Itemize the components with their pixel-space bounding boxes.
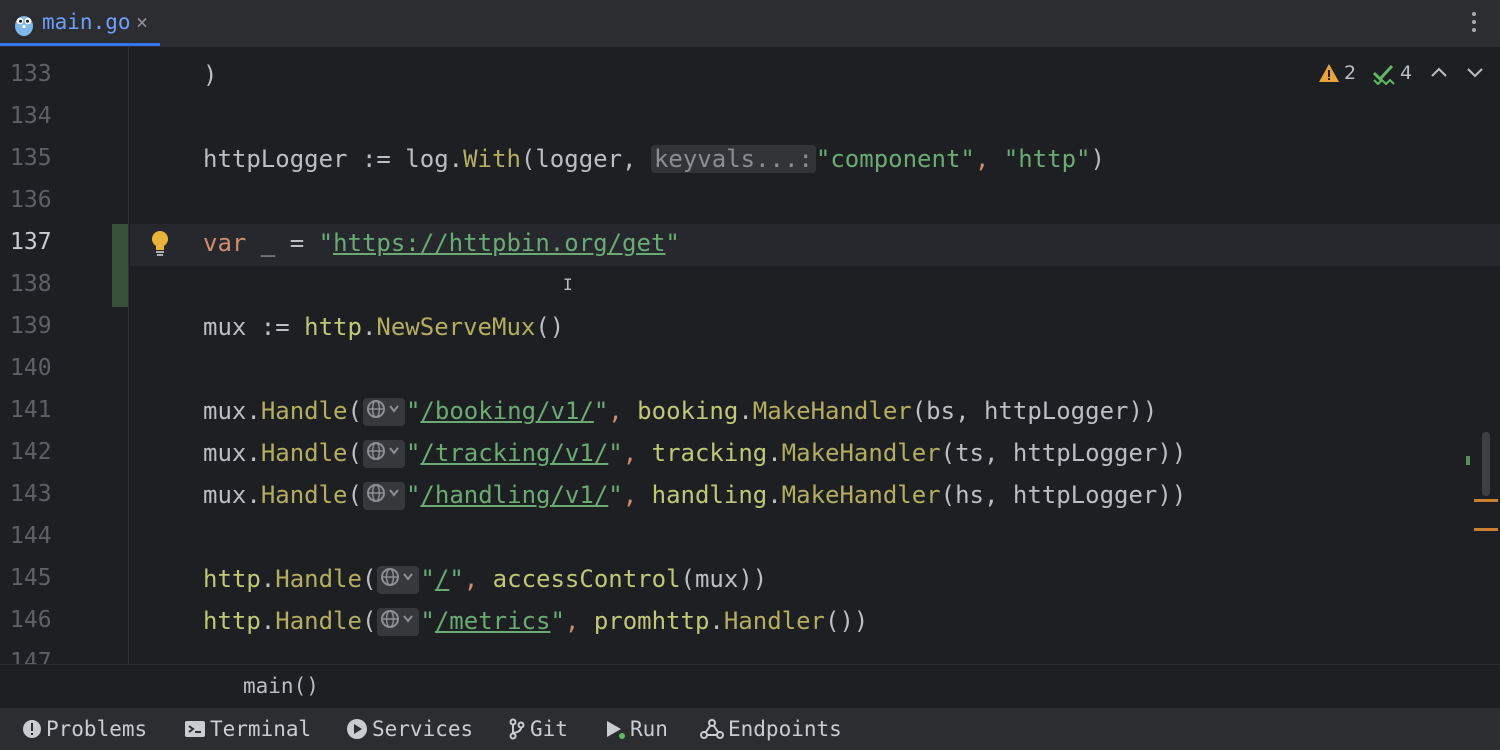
line-number: 141 (10, 397, 52, 423)
line-number: 135 (10, 145, 52, 171)
code-text: mux.Handle("/handling/v1/", handling.Mak… (203, 481, 1187, 510)
warning-count: 2 (1344, 62, 1357, 84)
tool-window-services[interactable]: Services (346, 708, 473, 750)
code-text: ) (203, 61, 218, 89)
tool-window-problems[interactable]: Problems (22, 708, 147, 750)
code-line: 144 (0, 518, 1460, 560)
code-line: 140 (0, 350, 1460, 392)
tool-window-bar: Problems Terminal Services Git Run Endpo… (0, 708, 1500, 750)
warning-stripe-marker[interactable] (1474, 528, 1498, 531)
code-text: var _ = "https://httpbin.org/get" (203, 229, 680, 257)
warning-icon (1319, 64, 1339, 82)
code-line: 141 mux.Handle("/booking/v1/", booking.M… (0, 392, 1460, 434)
url-link[interactable]: /tracking/v1/ (420, 439, 608, 467)
line-number: 145 (10, 565, 52, 591)
code-line: 143 mux.Handle("/handling/v1/", handling… (0, 476, 1460, 518)
code-line: 134 (0, 98, 1460, 140)
line-number: 144 (10, 523, 52, 549)
tool-window-label: Endpoints (728, 717, 842, 741)
line-number: 139 (10, 313, 52, 339)
code-line: 146 http.Handle("/metrics", promhttp.Han… (0, 602, 1460, 644)
chevron-up-icon[interactable] (1430, 65, 1448, 79)
code-text: httpLogger := log.With(logger, keyvals..… (203, 145, 1105, 173)
http-request-globe-icon[interactable] (362, 482, 405, 510)
url-link[interactable]: /metrics (435, 607, 551, 635)
tool-window-label: Terminal (210, 717, 312, 741)
tool-window-label: Run (630, 717, 668, 741)
url-link[interactable]: https://httpbin.org/get (333, 229, 665, 257)
url-link[interactable]: / (435, 565, 449, 593)
run-icon (607, 721, 625, 739)
tab-main-go[interactable]: main.go × (0, 0, 160, 46)
line-number: 136 (10, 187, 52, 213)
code-line-current: 137 var _ = "https://httpbin.org/get" (0, 224, 1460, 266)
code-line: 142 mux.Handle("/tracking/v1/", tracking… (0, 434, 1460, 476)
warning-stripe-marker[interactable] (1474, 499, 1498, 502)
line-number: 140 (10, 355, 52, 381)
vertical-scrollbar-thumb[interactable] (1482, 432, 1490, 496)
line-number: 134 (10, 103, 52, 129)
close-tab-icon[interactable]: × (136, 10, 148, 34)
http-request-globe-icon[interactable] (362, 440, 405, 468)
terminal-icon (185, 721, 205, 737)
breadcrumb: main() (0, 664, 1500, 709)
double-check-icon (1372, 64, 1395, 85)
line-number: 142 (10, 439, 52, 465)
code-line: 138 (0, 266, 1460, 308)
line-number: 143 (10, 481, 52, 507)
code-text: mux.Handle("/booking/v1/", booking.MakeH… (203, 397, 1158, 426)
parameter-hint: keyvals...: (650, 145, 816, 173)
line-number: 133 (10, 61, 52, 87)
code-line: 147 (0, 644, 1460, 664)
tool-window-git[interactable]: Git (508, 708, 568, 750)
tool-window-label: Git (530, 717, 568, 741)
code-line: 133 ) (0, 56, 1460, 98)
breadcrumb-item-main[interactable]: main() (243, 674, 319, 698)
tool-window-label: Problems (46, 717, 148, 741)
text-cursor-icon: I (563, 275, 573, 294)
tab-file-name: main.go (42, 10, 131, 34)
code-editor[interactable]: 133 ) 134 135 httpLogger := log.With(log… (0, 47, 1500, 664)
git-branch-icon (509, 718, 525, 740)
problems-icon (23, 720, 41, 738)
http-request-globe-icon[interactable] (377, 608, 420, 636)
code-text: http.Handle("/", accessControl(mux)) (203, 565, 768, 594)
services-icon (347, 719, 367, 739)
code-text: mux := http.NewServeMux() (203, 313, 565, 341)
more-options-icon[interactable] (1472, 12, 1476, 36)
code-text: http.Handle("/metrics", promhttp.Handler… (203, 607, 869, 636)
gopher-icon (15, 16, 33, 36)
tool-window-endpoints[interactable]: Endpoints (700, 708, 842, 750)
url-link[interactable]: /booking/v1/ (420, 397, 593, 425)
change-stripe-marker[interactable] (1466, 456, 1470, 465)
line-number: 137 (10, 229, 52, 255)
code-line: 139 mux := http.NewServeMux() (0, 308, 1460, 350)
editor-tab-bar: main.go × (0, 0, 1500, 48)
http-request-globe-icon[interactable] (362, 398, 405, 426)
code-line: 135 httpLogger := log.With(logger, keyva… (0, 140, 1460, 182)
tool-window-terminal[interactable]: Terminal (184, 708, 311, 750)
code-text: mux.Handle("/tracking/v1/", tracking.Mak… (203, 439, 1187, 468)
lightbulb-icon[interactable] (146, 228, 174, 258)
line-number: 138 (10, 271, 52, 297)
tool-window-run[interactable]: Run (604, 708, 668, 750)
endpoints-icon (700, 719, 724, 739)
line-number: 146 (10, 607, 52, 633)
http-request-globe-icon[interactable] (377, 566, 420, 594)
line-number: 147 (10, 649, 52, 664)
active-tab-indicator (0, 43, 160, 46)
code-line: 145 http.Handle("/", accessControl(mux)) (0, 560, 1460, 602)
tool-window-label: Services (372, 717, 474, 741)
code-line: 136 (0, 182, 1460, 224)
passed-count: 4 (1400, 62, 1413, 84)
url-link[interactable]: /handling/v1/ (420, 481, 608, 509)
chevron-down-icon[interactable] (1466, 65, 1484, 79)
